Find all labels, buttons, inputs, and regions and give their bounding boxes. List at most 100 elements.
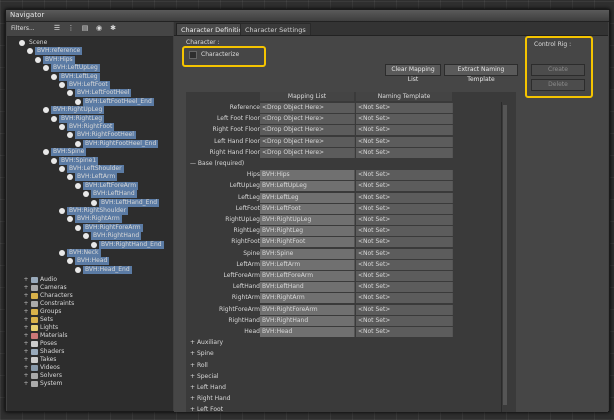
mapping-slot[interactable]: BVH:RightArm (260, 293, 355, 304)
mapping-slot[interactable]: BVH:Head (260, 327, 355, 337)
naming-template-slot[interactable]: <Not Set> (356, 327, 453, 337)
naming-template-slot[interactable]: <Not Set> (356, 304, 453, 315)
mapping-slot[interactable]: BVH:LeftArm (260, 259, 355, 270)
naming-template-slot[interactable]: <Not Set> (356, 170, 453, 181)
category-audio[interactable]: + Audio (7, 276, 173, 284)
category-shaders[interactable]: + Shaders (7, 348, 173, 356)
naming-template-slot[interactable]: <Not Set> (356, 147, 453, 158)
naming-template-slot[interactable]: <Not Set> (356, 203, 453, 214)
table-scrollbar[interactable] (501, 102, 508, 412)
collapsed-section[interactable]: + Special (190, 372, 219, 382)
tree-node[interactable]: BVH:LeftHand (7, 190, 173, 199)
folder-icon[interactable]: ▤ (81, 25, 89, 32)
filters-button[interactable]: Filters... (11, 25, 35, 32)
naming-template-slot[interactable]: <Not Set> (356, 136, 453, 147)
tree-node[interactable]: BVH:RightHand_End (7, 240, 173, 249)
tree-node[interactable]: BVH:Spine1 (7, 156, 173, 165)
collapsed-section[interactable]: + Auxiliary (190, 338, 223, 348)
expand-icon[interactable]: + (23, 324, 29, 332)
tree-node[interactable]: BVH:LeftShoulder (7, 165, 173, 173)
naming-template-slot[interactable]: <Not Set> (356, 125, 453, 136)
title-bar[interactable]: Navigator (6, 10, 609, 22)
expand-icon[interactable]: + (190, 339, 197, 346)
tree-node[interactable]: BVH:LeftHand_End (7, 198, 173, 207)
expand-icon[interactable]: + (23, 332, 29, 340)
tree-node[interactable]: BVH:RightFoot (7, 123, 173, 131)
naming-template-slot[interactable]: <Not Set> (356, 259, 453, 270)
expand-icon[interactable]: + (23, 380, 29, 388)
naming-template-slot[interactable]: <Not Set> (356, 103, 453, 113)
expand-icon[interactable]: + (23, 284, 29, 292)
category-solvers[interactable]: + Solvers (7, 372, 173, 380)
category-constraints[interactable]: + Constraints (7, 300, 173, 308)
expand-icon[interactable]: + (23, 316, 29, 324)
expand-icon[interactable]: + (190, 395, 197, 402)
category-system[interactable]: + System (7, 380, 173, 388)
tree-node[interactable]: BVH:LeftArm (7, 173, 173, 182)
category-poses[interactable]: + Poses (7, 340, 173, 348)
expand-icon[interactable]: + (190, 362, 197, 369)
expand-icon[interactable]: + (23, 364, 29, 372)
category-groups[interactable]: + Groups (7, 308, 173, 316)
tree-node[interactable]: BVH:LeftFootHeel (7, 89, 173, 98)
mapping-slot[interactable]: BVH:RightUpLeg (260, 215, 355, 225)
expand-icon[interactable]: + (23, 308, 29, 316)
base-section-header[interactable]: — Base (required) (190, 159, 244, 169)
tree-node[interactable]: BVH:LeftUpLeg (7, 64, 173, 73)
mapping-slot[interactable]: BVH:LeftFoot (260, 203, 355, 214)
tree-node[interactable]: BVH:LeftLeg (7, 72, 173, 81)
naming-template-slot[interactable]: <Not Set> (356, 315, 453, 326)
category-characters[interactable]: + Characters (7, 292, 173, 300)
mapping-slot[interactable]: BVH:RightFoot (260, 237, 355, 248)
expand-icon[interactable]: + (23, 292, 29, 300)
expand-icon[interactable]: + (23, 276, 29, 284)
expand-icon[interactable]: + (23, 300, 29, 308)
mapping-slot[interactable]: BVH:LeftHand (260, 282, 355, 293)
tree-node[interactable]: BVH:Hips (7, 55, 173, 64)
collapsed-section[interactable]: + Left Foot (190, 405, 223, 412)
mapping-slot[interactable]: <Drop Object Here> (260, 147, 355, 158)
mapping-slot[interactable]: BVH:RightHand (260, 315, 355, 326)
collapse-icon[interactable]: — (190, 160, 198, 167)
tree-icon[interactable]: ⋮ (67, 25, 75, 32)
naming-template-slot[interactable]: <Not Set> (356, 114, 453, 125)
collapsed-section[interactable]: + Spine (190, 349, 214, 359)
naming-template-slot[interactable]: <Not Set> (356, 248, 453, 259)
mapping-slot[interactable]: BVH:Spine (260, 248, 355, 259)
mapping-slot[interactable]: BVH:RightLeg (260, 226, 355, 237)
tree-node[interactable]: BVH:reference (7, 47, 173, 56)
naming-template-slot[interactable]: <Not Set> (356, 226, 453, 237)
extract-naming-template-button[interactable]: Extract Naming Template (444, 64, 518, 83)
naming-template-slot[interactable]: <Not Set> (356, 293, 453, 304)
tree-node[interactable]: BVH:LeftFoot (7, 81, 173, 89)
category-cameras[interactable]: + Cameras (7, 284, 173, 292)
tree-node[interactable]: BVH:Head (7, 257, 173, 266)
expand-icon[interactable]: + (190, 373, 197, 380)
tree-node[interactable]: BVH:Spine (7, 148, 173, 157)
expand-icon[interactable]: + (190, 406, 197, 412)
tree-node[interactable]: BVH:RightUpLeg (7, 106, 173, 115)
tree-node[interactable]: BVH:RightShoulder (7, 207, 173, 215)
tree-node[interactable]: BVH:LeftForeArm (7, 181, 173, 190)
mapping-slot[interactable]: <Drop Object Here> (260, 136, 355, 147)
expand-icon[interactable]: + (23, 340, 29, 348)
mapping-slot[interactable]: BVH:LeftLeg (260, 192, 355, 203)
naming-template-slot[interactable]: <Not Set> (356, 215, 453, 225)
category-lights[interactable]: + Lights (7, 324, 173, 332)
scrollbar-thumb[interactable] (503, 105, 507, 405)
tree-node[interactable]: BVH:Head_End (7, 265, 173, 274)
clear-mapping-list-button[interactable]: Clear Mapping List (385, 64, 441, 83)
mapping-slot[interactable]: <Drop Object Here> (260, 103, 355, 113)
category-sets[interactable]: + Sets (7, 316, 173, 324)
tree-node[interactable]: Scene (7, 39, 173, 47)
tree-node[interactable]: BVH:RightForeArm (7, 223, 173, 232)
expand-icon[interactable]: + (23, 356, 29, 364)
tree-node[interactable]: BVH:RightLeg (7, 114, 173, 123)
mapping-slot[interactable]: BVH:LeftUpLeg (260, 181, 355, 192)
eye-icon[interactable]: ◉ (95, 25, 103, 32)
naming-template-slot[interactable]: <Not Set> (356, 271, 453, 281)
tree-node[interactable]: BVH:RightArm (7, 215, 173, 224)
naming-template-slot[interactable]: <Not Set> (356, 181, 453, 192)
mapping-slot[interactable]: BVH:LeftForeArm (260, 271, 355, 281)
tree-node[interactable]: BVH:RightFootHeel (7, 131, 173, 140)
